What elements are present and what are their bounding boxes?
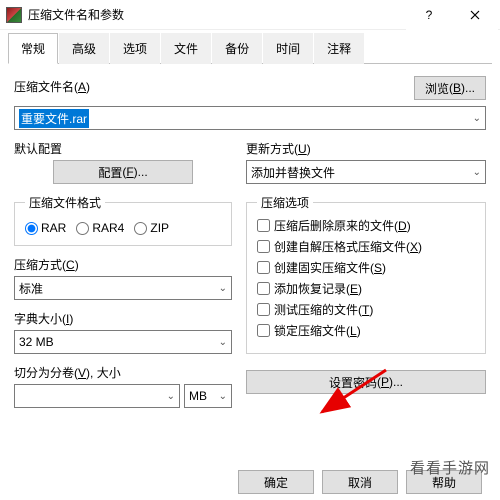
set-password-button[interactable]: 设置密码(P)... <box>246 370 486 394</box>
tab-files[interactable]: 文件 <box>161 33 211 64</box>
radio-zip[interactable]: ZIP <box>134 221 169 235</box>
chk-recovery[interactable]: 添加恢复记录(E) <box>257 280 475 297</box>
watermark: 看看手游网 <box>410 457 490 478</box>
split-unit-select[interactable]: MB ⌄ <box>184 384 232 408</box>
format-group: 压缩文件格式 RAR RAR4 ZIP <box>14 194 232 246</box>
left-column: 默认配置 配置(F)... 压缩文件格式 RAR RAR4 ZIP 压缩方式(C… <box>14 140 232 418</box>
ok-button[interactable]: 确定 <box>238 470 314 494</box>
tab-options[interactable]: 选项 <box>110 33 160 64</box>
chk-lock[interactable]: 锁定压缩文件(L) <box>257 322 475 339</box>
tab-strip: 常规 高级 选项 文件 备份 时间 注释 <box>8 32 492 64</box>
columns: 默认配置 配置(F)... 压缩文件格式 RAR RAR4 ZIP 压缩方式(C… <box>14 140 486 418</box>
options-group: 压缩选项 压缩后删除原来的文件(D) 创建自解压格式压缩文件(X) 创建固实压缩… <box>246 194 486 354</box>
chk-test[interactable]: 测试压缩的文件(T) <box>257 301 475 318</box>
app-icon <box>6 7 22 23</box>
profiles-button[interactable]: 配置(F)... <box>53 160 193 184</box>
archive-name-row: 压缩文件名(A) 浏览(B)... <box>14 76 486 100</box>
chk-solid[interactable]: 创建固实压缩文件(S) <box>257 259 475 276</box>
update-select[interactable]: 添加并替换文件 ⌄ <box>246 160 486 184</box>
window-title: 压缩文件名和参数 <box>28 6 406 23</box>
tab-advanced[interactable]: 高级 <box>59 33 109 64</box>
titlebar-buttons: ? <box>406 0 498 30</box>
split-size-input[interactable]: ⌄ <box>14 384 180 408</box>
update-label: 更新方式(U) <box>246 140 486 157</box>
method-select[interactable]: 标准 ⌄ <box>14 276 232 300</box>
split-label: 切分为分卷(V), 大小 <box>14 364 232 381</box>
titlebar: 压缩文件名和参数 ? <box>0 0 500 30</box>
options-legend: 压缩选项 <box>257 194 313 211</box>
tab-general[interactable]: 常规 <box>8 33 58 64</box>
chevron-down-icon: ⌄ <box>219 391 227 402</box>
chk-delete-after[interactable]: 压缩后删除原来的文件(D) <box>257 217 475 234</box>
help-button[interactable]: ? <box>406 0 452 30</box>
close-button[interactable] <box>452 0 498 30</box>
profile-label: 默认配置 <box>14 140 232 157</box>
tab-backup[interactable]: 备份 <box>212 33 262 64</box>
chevron-down-icon: ⌄ <box>473 113 481 124</box>
archive-name-value: 重要文件.rar <box>19 109 89 128</box>
archive-name-label: 压缩文件名(A) <box>14 78 406 95</box>
dict-select[interactable]: 32 MB ⌄ <box>14 330 232 354</box>
chevron-down-icon: ⌄ <box>219 337 227 348</box>
format-legend: 压缩文件格式 <box>25 194 105 211</box>
tab-comment[interactable]: 注释 <box>314 33 364 64</box>
chevron-down-icon: ⌄ <box>219 283 227 294</box>
cancel-button[interactable]: 取消 <box>322 470 398 494</box>
close-icon <box>470 10 480 20</box>
chk-sfx[interactable]: 创建自解压格式压缩文件(X) <box>257 238 475 255</box>
chevron-down-icon: ⌄ <box>473 167 481 178</box>
right-column: 更新方式(U) 添加并替换文件 ⌄ 压缩选项 压缩后删除原来的文件(D) 创建自… <box>246 140 486 418</box>
dict-label: 字典大小(I) <box>14 310 232 327</box>
dialog-window: 压缩文件名和参数 ? 常规 高级 选项 文件 备份 时间 注释 压缩文件名(A)… <box>0 0 500 500</box>
chevron-down-icon: ⌄ <box>167 391 175 402</box>
radio-rar[interactable]: RAR <box>25 221 66 235</box>
archive-name-input[interactable]: 重要文件.rar ⌄ <box>14 106 486 130</box>
tab-time[interactable]: 时间 <box>263 33 313 64</box>
method-label: 压缩方式(C) <box>14 256 232 273</box>
tab-pane-general: 压缩文件名(A) 浏览(B)... 重要文件.rar ⌄ 默认配置 配置(F).… <box>0 64 500 426</box>
radio-rar4[interactable]: RAR4 <box>76 221 124 235</box>
browse-button[interactable]: 浏览(B)... <box>414 76 486 100</box>
